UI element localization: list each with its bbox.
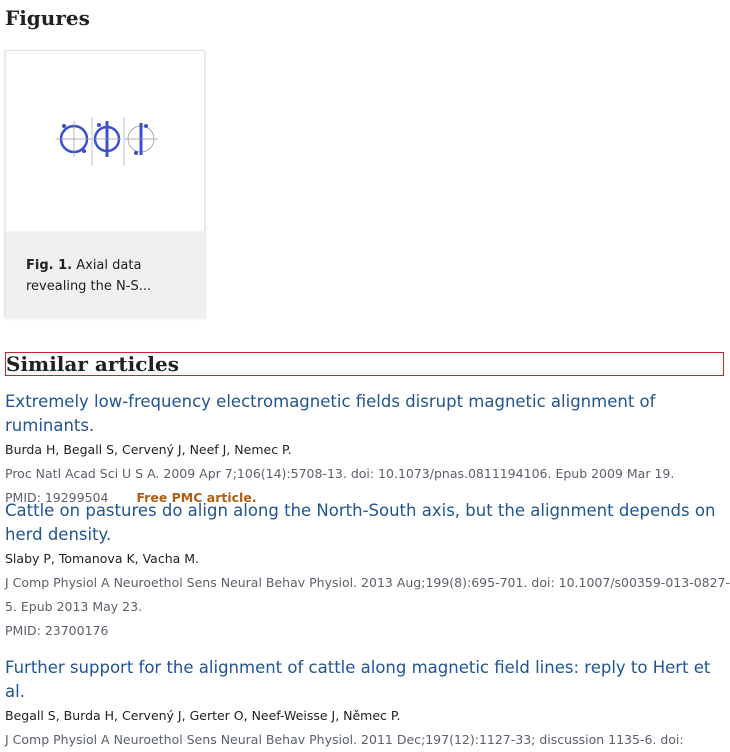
similar-article: Cattle on pastures do align along the No… xyxy=(5,499,730,643)
figure-label: Fig. 1. xyxy=(26,258,73,273)
axial-plot-1 xyxy=(56,121,92,157)
figure-thumbnail[interactable] xyxy=(6,51,206,231)
article-citation: J Comp Physiol A Neuroethol Sens Neural … xyxy=(5,575,730,614)
article-title-link[interactable]: Further support for the alignment of cat… xyxy=(5,656,730,704)
article-citation: J Comp Physiol A Neuroethol Sens Neural … xyxy=(5,732,684,747)
similar-article: Further support for the alignment of cat… xyxy=(5,656,730,752)
similar-article: Extremely low-frequency electromagnetic … xyxy=(5,390,730,510)
article-citation: Proc Natl Acad Sci U S A. 2009 Apr 7;106… xyxy=(5,466,675,481)
axial-plot-2 xyxy=(93,121,121,157)
article-pmid: PMID: 23700176 xyxy=(5,623,109,638)
article-authors: Slaby P, Tomanova K, Vacha M. xyxy=(5,551,200,566)
figures-heading: Figures xyxy=(5,6,90,30)
axial-plot-3 xyxy=(124,123,158,155)
figure-caption: Fig. 1. Axial data revealing the N-S... xyxy=(6,231,206,318)
article-authors: Burda H, Begall S, Cervený J, Neef J, Ne… xyxy=(5,442,292,457)
figure-card[interactable]: Fig. 1. Axial data revealing the N-S... xyxy=(5,50,206,318)
article-authors: Begall S, Burda H, Cervený J, Gerter O, … xyxy=(5,708,401,723)
similar-articles-heading: Similar articles xyxy=(5,352,724,376)
article-title-link[interactable]: Extremely low-frequency electromagnetic … xyxy=(5,390,730,438)
article-title-link[interactable]: Cattle on pastures do align along the No… xyxy=(5,499,730,547)
